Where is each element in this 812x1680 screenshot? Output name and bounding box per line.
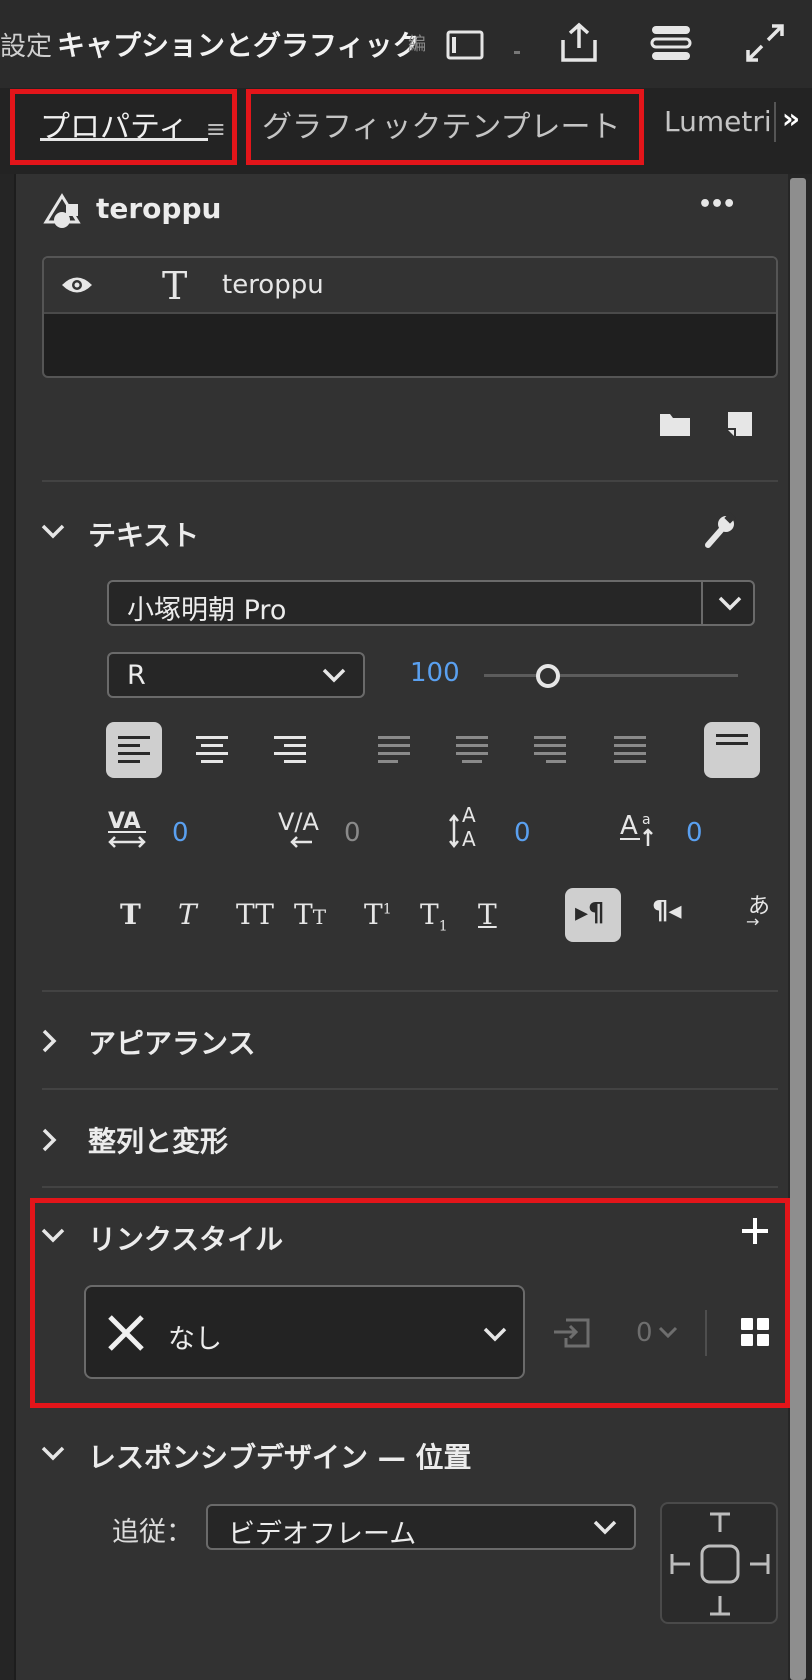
graphic-name: teroppu (96, 192, 222, 225)
justify-all-icon[interactable] (614, 736, 646, 768)
section-divider (42, 990, 778, 992)
text-top-align-button[interactable] (704, 722, 760, 778)
font-size-slider-track[interactable] (484, 674, 738, 677)
eye-icon[interactable] (60, 274, 94, 300)
highlight-box-linked-styles (30, 1198, 790, 1408)
font-style-value: R (127, 660, 146, 691)
svg-text:A: A (462, 827, 476, 850)
layers-list: T teroppu (42, 256, 778, 378)
chevron-right-icon[interactable] (40, 1028, 58, 1058)
panel-title-overflow: 編 (408, 34, 426, 55)
tracking-icon: V/A (276, 806, 320, 854)
svg-text:A: A (462, 803, 476, 827)
more-options-button[interactable]: ••• (698, 192, 736, 217)
justify-left-icon[interactable] (378, 736, 410, 768)
small-caps-icon[interactable]: TT (294, 898, 326, 931)
tabs-overflow-button[interactable]: » (782, 102, 800, 135)
baseline-shift-value[interactable]: 0 (686, 818, 703, 848)
ltr-paragraph-icon: ▸¶ (575, 898, 605, 928)
tab-lumetri[interactable]: Lumetri (664, 105, 772, 138)
font-size-slider-knob[interactable] (535, 664, 560, 688)
panel-title: キャプションとグラフィック (57, 29, 421, 62)
highlight-box-graphic-templates-tab (246, 89, 644, 165)
leading-icon: AA (448, 802, 492, 854)
wrench-icon[interactable] (700, 512, 738, 554)
font-family-dropdown[interactable]: 小塚明朝 Pro (107, 580, 755, 626)
separator-dot (514, 40, 520, 59)
kerning-value[interactable]: 0 (172, 818, 189, 848)
svg-text:a: a (642, 812, 651, 828)
chevron-down-icon (321, 666, 347, 688)
underline-icon[interactable]: T (478, 898, 497, 931)
section-title-responsive[interactable]: レスポンシブデザイン — 位置 (88, 1436, 472, 1476)
section-title-text[interactable]: テキスト (88, 514, 199, 554)
section-title-align-transform[interactable]: 整列と変形 (88, 1120, 228, 1160)
faux-bold-icon[interactable]: T (120, 898, 141, 931)
layer-row[interactable]: T teroppu (44, 258, 776, 314)
export-icon[interactable] (558, 22, 600, 68)
sidebar-layout-icon[interactable] (446, 30, 484, 64)
align-left-button[interactable] (106, 722, 162, 778)
font-size-value[interactable]: 100 (410, 658, 460, 688)
faux-italic-icon[interactable]: T (178, 898, 197, 931)
text-layer-icon: T (162, 264, 188, 308)
expand-icon[interactable] (744, 22, 786, 68)
left-to-right-button[interactable]: ▸¶ (565, 888, 621, 942)
workspace-menu-icon[interactable] (650, 24, 692, 66)
superscript-icon[interactable]: T1 (364, 898, 392, 931)
tracking-value[interactable]: 0 (344, 818, 361, 848)
justify-right-icon[interactable] (534, 736, 566, 768)
rtl-paragraph-icon[interactable]: ¶◂ (652, 896, 682, 926)
align-center-icon[interactable] (196, 736, 228, 768)
pin-edges-widget[interactable] (660, 1502, 778, 1624)
pin-to-label: 追従： (112, 1517, 193, 1548)
chevron-right-icon[interactable] (40, 1127, 58, 1157)
font-style-dropdown[interactable]: R (107, 652, 365, 698)
section-divider (42, 1088, 778, 1090)
leading-value[interactable]: 0 (514, 818, 531, 848)
dropdown-divider (701, 582, 703, 624)
new-layer-icon[interactable] (726, 410, 754, 442)
baseline-shift-icon: Aa (620, 806, 664, 854)
chevron-down-icon (592, 1518, 618, 1540)
justify-center-icon[interactable] (456, 736, 488, 768)
scrollbar-thumb[interactable] (790, 178, 806, 1680)
shape-graphic-icon (42, 190, 82, 234)
panel-header: 設定 キャプションとグラフィック 編 (0, 0, 812, 88)
pin-to-dropdown[interactable]: ビデオフレーム (206, 1504, 636, 1550)
section-divider (42, 480, 778, 482)
subscript-icon[interactable]: T1 (420, 898, 448, 935)
highlight-box-properties-tab (10, 89, 237, 165)
tab-divider (774, 102, 776, 142)
layer-name: teroppu (222, 270, 324, 300)
chevron-down-icon[interactable] (717, 594, 743, 616)
align-right-icon[interactable] (274, 736, 306, 768)
svg-text:V/A: V/A (278, 808, 320, 836)
setting-label[interactable]: 設定 (0, 26, 52, 63)
section-title-appearance[interactable]: アピアランス (88, 1022, 255, 1062)
svg-text:VA: VA (108, 809, 141, 834)
font-family-value: 小塚明朝 Pro (127, 595, 287, 626)
pin-to-value: ビデオフレーム (228, 1519, 417, 1550)
all-caps-icon[interactable]: TT (236, 898, 274, 931)
kerning-icon: VA (106, 806, 150, 854)
vertical-text-icon[interactable]: あ → (746, 888, 770, 931)
section-divider (42, 1186, 778, 1188)
svg-text:A: A (620, 811, 638, 841)
chevron-down-icon[interactable] (40, 522, 66, 544)
new-group-folder-icon[interactable] (658, 410, 692, 442)
chevron-down-icon[interactable] (40, 1444, 66, 1466)
